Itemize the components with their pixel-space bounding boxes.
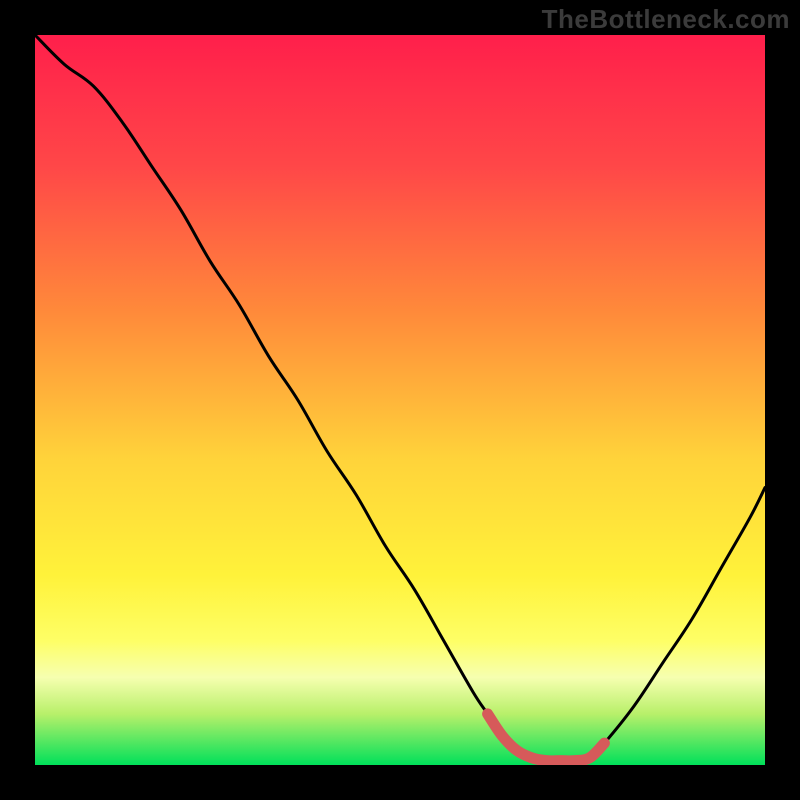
- bottleneck-chart: [35, 35, 765, 765]
- gradient-background: [35, 35, 765, 765]
- plot-area: [35, 35, 765, 765]
- watermark-text: TheBottleneck.com: [542, 4, 790, 35]
- chart-frame: TheBottleneck.com: [0, 0, 800, 800]
